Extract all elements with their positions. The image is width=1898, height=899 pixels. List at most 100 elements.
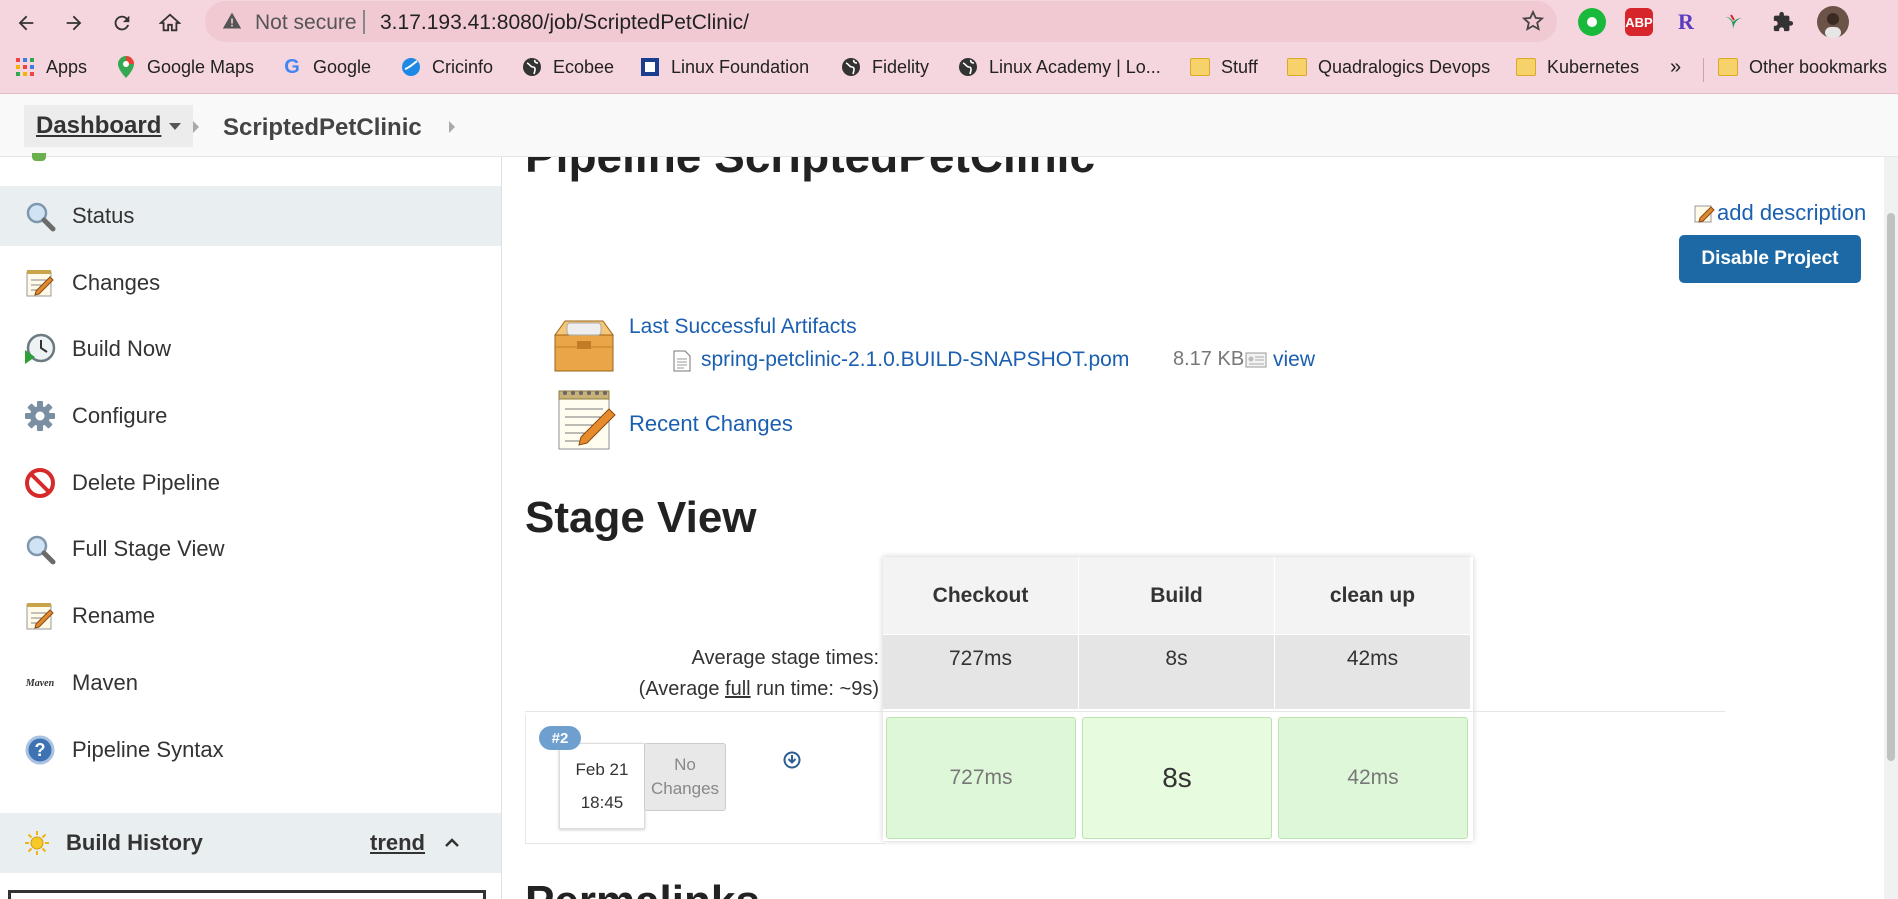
package-box-icon [554, 320, 614, 372]
extension-r-icon[interactable]: R [1672, 8, 1700, 36]
sidebar-item-configure[interactable]: Configure [0, 386, 501, 446]
sidebar-item-label: Pipeline Syntax [72, 737, 224, 762]
bookmark-other-bookmarks[interactable]: Other bookmarks [1717, 56, 1887, 78]
sidebar-item-full-stage-view[interactable]: Full Stage View [0, 519, 501, 579]
last-successful-artifacts-link[interactable]: Last Successful Artifacts [629, 315, 857, 339]
no-entry-icon [22, 465, 58, 501]
breadcrumb-separator-icon[interactable] [449, 121, 455, 133]
stage-run-cell[interactable]: 42ms [1278, 717, 1468, 839]
reload-icon [114, 15, 130, 31]
bookmark-folder-kubernetes[interactable]: Kubernetes [1515, 56, 1639, 78]
bookmark-folder-stuff[interactable]: Stuff [1189, 56, 1258, 78]
stage-run-cell[interactable]: 727ms [886, 717, 1076, 839]
folder-icon [1286, 56, 1308, 78]
bookmark-apps[interactable]: Apps [14, 56, 87, 78]
sidebar-item-status[interactable]: Status [0, 186, 501, 246]
browser-toolbar: Not secure 3.17.193.41:8080/job/Scripted… [0, 0, 1898, 44]
bookmark-google[interactable]: G Google [281, 56, 371, 78]
sidebar-item-maven[interactable]: Maven Maven [0, 653, 501, 713]
page-scrollbar[interactable] [1884, 157, 1898, 899]
extension-green-icon[interactable] [1578, 8, 1606, 36]
scrollbar-thumb[interactable] [1887, 213, 1895, 761]
url-text[interactable]: 3.17.193.41:8080/job/ScriptedPetClinic/ [380, 11, 749, 35]
bookmark-folder-quadralogics[interactable]: Quadralogics Devops [1286, 56, 1490, 78]
bookmark-star-icon[interactable] [1521, 9, 1545, 33]
sidebar-item-changes[interactable]: Changes [0, 253, 501, 313]
build-history-filter-box[interactable] [8, 890, 486, 899]
trend-link[interactable]: trend [370, 830, 425, 856]
build-history-title: Build History [66, 830, 203, 855]
bookmark-label: Cricinfo [432, 56, 494, 77]
folder-icon [1189, 56, 1211, 78]
stage-header: clean up [1275, 557, 1471, 634]
bookmark-linux-academy[interactable]: Linux Academy | Lo... [957, 56, 1161, 78]
address-separator [363, 10, 365, 34]
sidebar-item-label: Maven [72, 670, 139, 695]
bookmark-linux-foundation[interactable]: Linux Foundation [639, 56, 809, 78]
bookmark-ecobee[interactable]: Ecobee [521, 56, 614, 78]
bookmark-label: Kubernetes [1547, 56, 1640, 77]
artifact-file-link[interactable]: spring-petclinic-2.1.0.BUILD-SNAPSHOT.po… [701, 348, 1129, 372]
full-run-time-link[interactable]: full [725, 678, 751, 700]
breadcrumb-separator-icon [193, 121, 199, 133]
notepad-icon [22, 598, 58, 634]
search-icon [22, 531, 58, 567]
bookmark-fidelity[interactable]: Fidelity [840, 56, 929, 78]
bookmarks-overflow-button[interactable]: » [1670, 56, 1681, 79]
extensions-puzzle-icon[interactable] [1769, 8, 1797, 36]
breadcrumb-job[interactable]: ScriptedPetClinic [223, 114, 422, 142]
artifact-file-size: 8.17 KB [1173, 348, 1245, 370]
build-date-box[interactable]: Feb 21 18:45 [559, 743, 645, 829]
stage-average-value: 8s [1165, 647, 1188, 670]
no-changes-box: No Changes [644, 743, 726, 811]
sidebar-item-label: Build Now [72, 336, 172, 361]
linux-foundation-icon [639, 56, 661, 78]
bookmark-google-maps[interactable]: Google Maps [115, 56, 254, 78]
main-content: Pipeline ScriptedPetClinic add descripti… [503, 157, 1898, 899]
bookmark-label: Google [313, 56, 372, 77]
bookmark-cricinfo[interactable]: Cricinfo [400, 56, 493, 78]
chevron-up-icon[interactable] [444, 835, 460, 851]
stage-run-cell[interactable]: 8s [1082, 717, 1272, 839]
sidebar-item-pipeline-syntax[interactable]: ? Pipeline Syntax [0, 720, 501, 780]
bookmark-label: Other bookmarks [1749, 56, 1888, 77]
sidebar-item-build-now[interactable]: Build Now [0, 319, 501, 379]
profile-avatar[interactable] [1817, 6, 1849, 38]
bookmark-label: Fidelity [872, 56, 930, 77]
sidebar-item-rename[interactable]: Rename [0, 586, 501, 646]
sidebar-item-label: Changes [72, 270, 161, 295]
sidebar-item-delete-pipeline[interactable]: Delete Pipeline [0, 453, 501, 513]
adblock-icon[interactable]: ABP [1625, 8, 1653, 36]
chevron-down-icon[interactable] [169, 122, 182, 130]
breadcrumb-dashboard[interactable]: Dashboard [24, 105, 194, 147]
home-button[interactable] [153, 6, 187, 40]
average-run-time-suffix: run time: ~9s) [750, 678, 879, 700]
build-time: 18:45 [580, 793, 624, 812]
disable-project-button[interactable]: Disable Project [1679, 235, 1861, 283]
build-date: Feb 21 [575, 760, 629, 779]
back-button[interactable] [9, 6, 43, 40]
cricinfo-icon [400, 56, 422, 78]
download-artifact-icon[interactable] [783, 751, 801, 769]
run-row-bottom-border [525, 843, 885, 844]
address-bar[interactable]: Not secure 3.17.193.41:8080/job/Scripted… [205, 1, 1557, 42]
bookmark-label: Apps [46, 56, 88, 77]
add-description-label: add description [1717, 200, 1867, 225]
globe-icon [957, 56, 979, 78]
sidebar-cut-icon [32, 153, 46, 161]
puzzle-glyph-icon [1773, 11, 1794, 32]
sun-icon [24, 830, 50, 856]
add-description-link[interactable]: add description [1693, 200, 1866, 226]
reload-button[interactable] [105, 6, 139, 40]
recent-changes-link[interactable]: Recent Changes [629, 411, 793, 437]
stage-header: Checkout [883, 557, 1079, 634]
globe-icon [521, 56, 543, 78]
search-icon [22, 198, 58, 234]
forward-button[interactable] [57, 6, 91, 40]
edit-description-icon [1694, 205, 1715, 223]
clock-play-icon [22, 331, 58, 367]
artifact-view-link[interactable]: view [1273, 348, 1315, 372]
extension-bird-icon[interactable] [1719, 8, 1747, 36]
permalinks-heading: Permalinks [525, 877, 760, 899]
build-number-badge[interactable]: #2 [539, 726, 581, 750]
